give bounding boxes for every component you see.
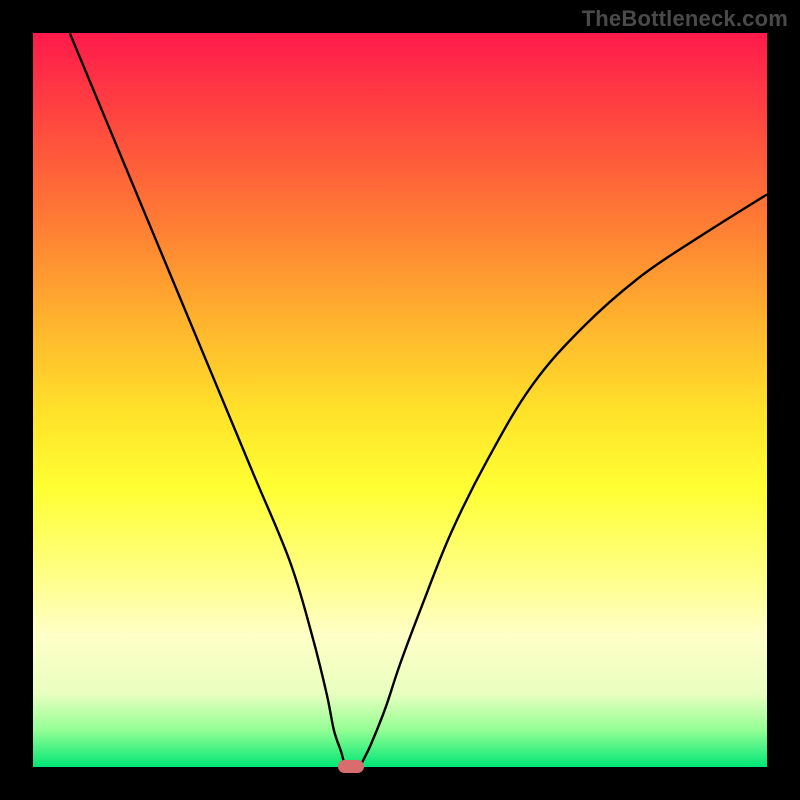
optimal-marker bbox=[338, 760, 364, 773]
chart-frame: TheBottleneck.com bbox=[0, 0, 800, 800]
watermark-text: TheBottleneck.com bbox=[582, 6, 788, 32]
curve-left-branch bbox=[70, 33, 345, 767]
curve-right-branch bbox=[360, 194, 767, 767]
bottleneck-curve bbox=[33, 33, 767, 767]
